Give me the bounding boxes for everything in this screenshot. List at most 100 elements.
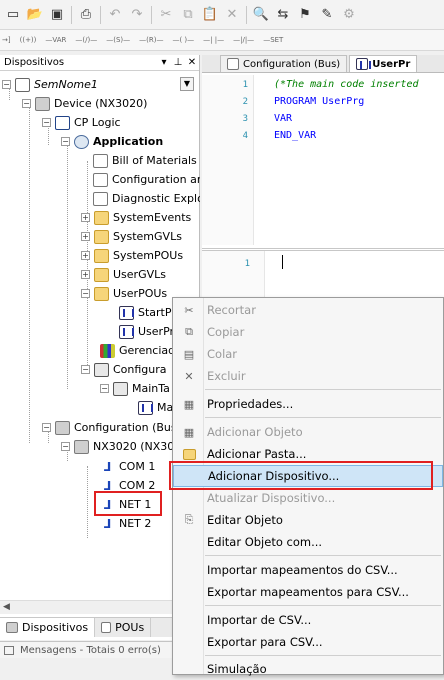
close-icon[interactable]: ✕ [185,57,199,68]
tree-item-system-events[interactable]: + SystemEvents [81,208,191,227]
copy-icon[interactable]: ⧉ [177,4,199,26]
menu-item-exportar-mapeamentos[interactable]: Exportar mapeamentos para CSV... [173,581,443,603]
menu-item-atualizar-dispositivo[interactable]: Atualizar Dispositivo... [173,487,443,509]
code-line[interactable]: 4 END_VAR [202,129,317,142]
bookmark-icon[interactable]: ⚑ [294,4,316,26]
menu-item-recortar[interactable]: ✂ Recortar [173,299,443,321]
undo-icon[interactable]: ↶ [104,4,126,26]
tree-item-system-pous[interactable]: + SystemPOUs [81,246,183,265]
menu-item-adicionar-objeto[interactable]: ▦ Adicionar Objeto [173,421,443,443]
declaration-editor[interactable]: 1 (*The main code inserted 2 PROGRAM Use… [202,75,444,245]
tree-item-config-ar[interactable]: Configuration ar [93,170,200,189]
menu-item-exportar-csv[interactable]: Exportar para CSV... [173,631,443,653]
ladder-tool[interactable]: →] [2,36,11,44]
tree-item-user-gvls[interactable]: + UserGVLs [81,265,166,284]
menu-item-copiar[interactable]: ⧉ Copiar [173,321,443,343]
expand-icon[interactable]: + [81,270,90,279]
tree-item-device[interactable]: − Device (NX3020) [22,94,147,113]
redo-icon[interactable]: ↷ [126,4,148,26]
menu-item-editar-objeto-com[interactable]: Editar Objeto com... [173,531,443,553]
expand-icon[interactable]: + [81,232,90,241]
menu-item-importar-csv[interactable]: Importar de CSV... [173,609,443,631]
new-file-icon[interactable]: ▭ [2,4,24,26]
dropdown-icon[interactable]: ▾ [157,57,171,68]
menu-item-editar-objeto[interactable]: ⎘ Editar Objeto [173,509,443,531]
code-line[interactable]: 1 [204,257,250,270]
tree-item-task-config[interactable]: − Configura [81,360,167,379]
tree-label: Diagnostic Explo [112,192,200,205]
cut-icon[interactable]: ✂ [155,4,177,26]
paste-icon[interactable]: 📋 [199,4,221,26]
tree-item-com1[interactable]: ᒧ COM 1 [100,457,156,476]
chevron-down-icon[interactable]: ▼ [180,77,194,91]
ladder-tool[interactable]: —(/)— [75,36,97,44]
tree-label: SystemEvents [113,211,192,224]
code-line[interactable]: 1 (*The main code inserted [202,78,419,91]
tree-item-bill[interactable]: Bill of Materials [93,151,197,170]
build-icon[interactable]: ✎ [316,4,338,26]
scroll-left-icon[interactable]: ◀ [3,602,10,612]
tab-pous[interactable]: POUs [95,618,152,637]
tree-item-maintask-call[interactable]: Ma [138,398,173,417]
ladder-tool[interactable]: —VAR [45,36,66,44]
pin-icon[interactable]: ⊥ [171,57,185,68]
tree-item-system-gvls[interactable]: + SystemGVLs [81,227,182,246]
tree-label: NET 2 [119,517,152,530]
collapse-icon[interactable]: − [42,118,51,127]
find-icon[interactable]: 🔍 [250,4,272,26]
expand-icon[interactable]: + [81,251,90,260]
horizontal-scrollbar[interactable]: ◀ [0,600,199,614]
tree-item-user-pous[interactable]: − UserPOUs [81,284,167,303]
collapse-icon[interactable]: − [61,442,70,451]
menu-item-colar[interactable]: ▤ Colar [173,343,443,365]
devices-panel-title: Dispositivos [4,57,65,68]
collapse-icon[interactable]: − [22,99,31,108]
tree-item-startprg[interactable]: StartP [119,303,172,322]
expand-icon[interactable]: + [81,213,90,222]
code-line[interactable]: 3 VAR [202,112,292,125]
delete-icon: ✕ [184,369,194,383]
ladder-tool[interactable]: —| |— [203,36,224,44]
collapse-icon[interactable]: − [2,80,11,89]
tree-item-config-bus[interactable]: − Configuration (Bus) [42,418,181,437]
tree-item-net2[interactable]: ᒧ NET 2 [100,514,152,533]
device-icon[interactable]: ⚙ [338,4,360,26]
tree-item-diagnostic[interactable]: Diagnostic Explo [93,189,200,208]
tree-item-nx3020[interactable]: − NX3020 (NX30 [61,437,174,456]
save-icon[interactable]: ▣ [46,4,68,26]
replace-icon[interactable]: ⇆ [272,4,294,26]
ladder-tool[interactable]: —|/|— [233,36,254,44]
ladder-tool[interactable]: —( )— [172,36,194,44]
tab-userprg[interactable]: UserPr [349,55,418,72]
ladder-tool[interactable]: ((+)) [20,36,37,44]
menu-item-simulacao[interactable]: Simulação [173,658,443,680]
menu-item-excluir[interactable]: ✕ Excluir [173,365,443,387]
menu-separator [205,655,441,656]
text-cursor [282,255,283,269]
menu-item-importar-mapeamentos[interactable]: Importar mapeamentos do CSV... [173,559,443,581]
collapse-icon[interactable]: − [81,289,90,298]
open-folder-icon[interactable]: 📂 [24,4,46,26]
tree-item-gerenciador[interactable]: Gerenciado [100,341,182,360]
ladder-tool[interactable]: —(S)— [106,36,130,44]
delete-icon[interactable]: ✕ [221,4,243,26]
collapse-icon[interactable]: − [42,423,51,432]
tree-item-maintask[interactable]: − MainTa [100,379,170,398]
code-line[interactable]: 2 PROGRAM UserPrg [202,95,365,108]
print-icon[interactable]: ⎙ [75,4,97,26]
collapse-icon[interactable]: − [81,365,90,374]
tree-label: UserPr [138,325,175,338]
menu-separator [205,555,441,556]
tree-item-application[interactable]: − Application [61,132,163,151]
collapse-icon[interactable]: − [100,384,109,393]
menu-item-propriedades[interactable]: ▦ Propriedades... [173,393,443,415]
tab-dispositivos[interactable]: Dispositivos [0,618,96,637]
ladder-tool[interactable]: —SET [263,36,283,44]
tree-item-cp-logic[interactable]: − CP Logic [42,113,121,132]
toolbar-separator [246,5,247,24]
ladder-tool[interactable]: —(R)— [139,36,163,44]
collapse-icon[interactable]: − [61,137,70,146]
tree-item-userprg[interactable]: UserPr [119,322,174,341]
tree-root[interactable]: − SemNome1 ▼ [2,75,198,94]
tab-configuration-bus[interactable]: Configuration (Bus) [220,55,348,72]
